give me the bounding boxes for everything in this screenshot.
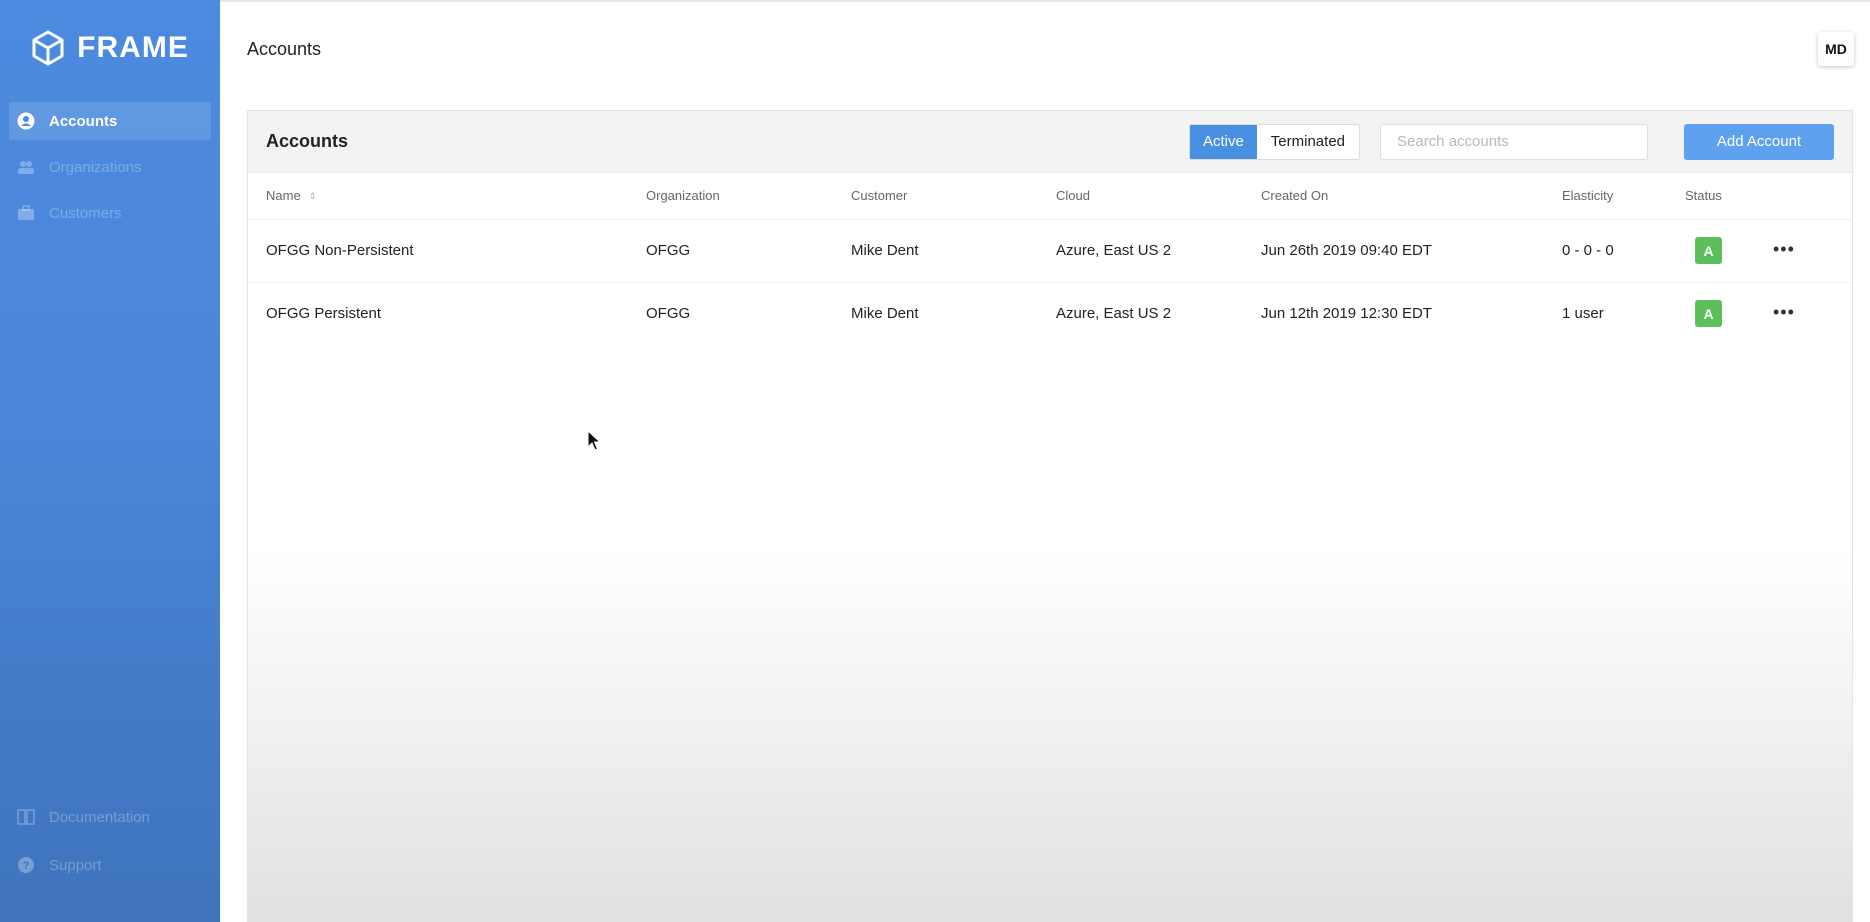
- cell-customer: Mike Dent: [851, 218, 1056, 282]
- sidebar-item-label: Accounts: [49, 112, 118, 130]
- add-account-button[interactable]: Add Account: [1684, 123, 1834, 160]
- cell-name[interactable]: OFGG Non-Persistent: [248, 218, 646, 282]
- sidebar-item-organizations[interactable]: Organizations: [9, 148, 211, 186]
- page-title: Accounts: [247, 38, 322, 59]
- filter-active-button[interactable]: Active: [1189, 124, 1257, 159]
- cell-created-on: Jun 26th 2019 09:40 EDT: [1261, 218, 1562, 282]
- column-header-organization: Organization: [646, 188, 720, 204]
- sidebar-bottom: Documentation ? Support: [0, 798, 220, 894]
- cell-organization: OFGG: [646, 218, 851, 282]
- book-icon: [17, 808, 35, 826]
- sidebar-item-support[interactable]: ? Support: [9, 846, 211, 884]
- app-window: FRAME Accounts Organizations Customers D…: [0, 0, 1870, 922]
- avatar[interactable]: MD: [1818, 32, 1854, 66]
- table-header-row: Name ⇕ Organization Customer Cloud Create…: [248, 173, 1852, 219]
- filter-terminated-button[interactable]: Terminated: [1257, 125, 1359, 159]
- cell-created-on: Jun 12th 2019 12:30 EDT: [1261, 281, 1562, 345]
- accounts-panel: Accounts Active Terminated Add Account N…: [247, 110, 1853, 922]
- help-icon: ?: [17, 856, 35, 874]
- cell-actions: •••: [1765, 218, 1852, 282]
- mouse-cursor-icon: [587, 430, 601, 451]
- cell-cloud: Azure, East US 2: [1056, 218, 1261, 282]
- cell-customer: Mike Dent: [851, 281, 1056, 345]
- sidebar-item-customers[interactable]: Customers: [9, 194, 211, 232]
- user-icon: [17, 112, 35, 130]
- column-header-name[interactable]: Name ⇕: [248, 173, 646, 219]
- column-header-customer: Customer: [851, 188, 908, 204]
- status-filter: Active Terminated: [1188, 123, 1360, 160]
- main-content: Accounts MD Accounts Active Terminated A…: [220, 0, 1870, 922]
- sidebar: FRAME Accounts Organizations Customers D…: [0, 0, 220, 922]
- status-badge: A: [1695, 300, 1722, 328]
- cube-icon: [32, 30, 64, 66]
- status-badge: A: [1695, 237, 1722, 264]
- background-fade: [248, 551, 1852, 922]
- cell-organization: OFGG: [646, 281, 851, 345]
- cell-name[interactable]: OFGG Persistent: [248, 281, 646, 345]
- people-icon: [17, 158, 35, 176]
- top-bar: Accounts MD: [220, 0, 1870, 96]
- column-header-elasticity: Elasticity: [1562, 188, 1614, 204]
- column-header-actions: [1765, 173, 1852, 219]
- cell-cloud: Azure, East US 2: [1056, 281, 1261, 345]
- panel-title: Accounts: [266, 131, 349, 151]
- sidebar-item-label: Documentation: [49, 808, 150, 826]
- column-header-created-on: Created On: [1261, 188, 1329, 204]
- sidebar-item-documentation[interactable]: Documentation: [9, 798, 211, 836]
- sidebar-item-accounts[interactable]: Accounts: [9, 102, 211, 140]
- sort-icon[interactable]: ⇕: [309, 191, 317, 201]
- accounts-table: Name ⇕ Organization Customer Cloud Create…: [248, 173, 1852, 345]
- panel-header: Accounts Active Terminated Add Account: [248, 111, 1852, 173]
- more-options-icon[interactable]: •••: [1773, 240, 1795, 258]
- table-row[interactable]: OFGG Persistent OFGG Mike Dent Azure, Ea…: [248, 281, 1852, 345]
- column-header-status: Status: [1685, 188, 1722, 204]
- cell-status: A: [1685, 218, 1765, 282]
- more-options-icon[interactable]: •••: [1773, 303, 1795, 321]
- table-row[interactable]: OFGG Non-Persistent OFGG Mike Dent Azure…: [248, 218, 1852, 282]
- sidebar-nav: Accounts Organizations Customers: [0, 102, 220, 232]
- sidebar-item-label: Organizations: [49, 158, 142, 176]
- column-label: Name: [266, 188, 301, 204]
- search-input[interactable]: [1380, 123, 1648, 160]
- sidebar-item-label: Support: [49, 856, 102, 874]
- sidebar-item-label: Customers: [49, 204, 122, 222]
- brand-name: FRAME: [77, 31, 189, 64]
- briefcase-icon: [17, 204, 35, 222]
- cell-elasticity: 1 user: [1562, 281, 1685, 345]
- brand[interactable]: FRAME: [0, 0, 220, 96]
- cell-status: A: [1685, 281, 1765, 345]
- svg-text:?: ?: [23, 860, 30, 872]
- column-header-cloud: Cloud: [1056, 188, 1090, 204]
- cell-actions: •••: [1765, 281, 1852, 345]
- cell-elasticity: 0 - 0 - 0: [1562, 218, 1685, 282]
